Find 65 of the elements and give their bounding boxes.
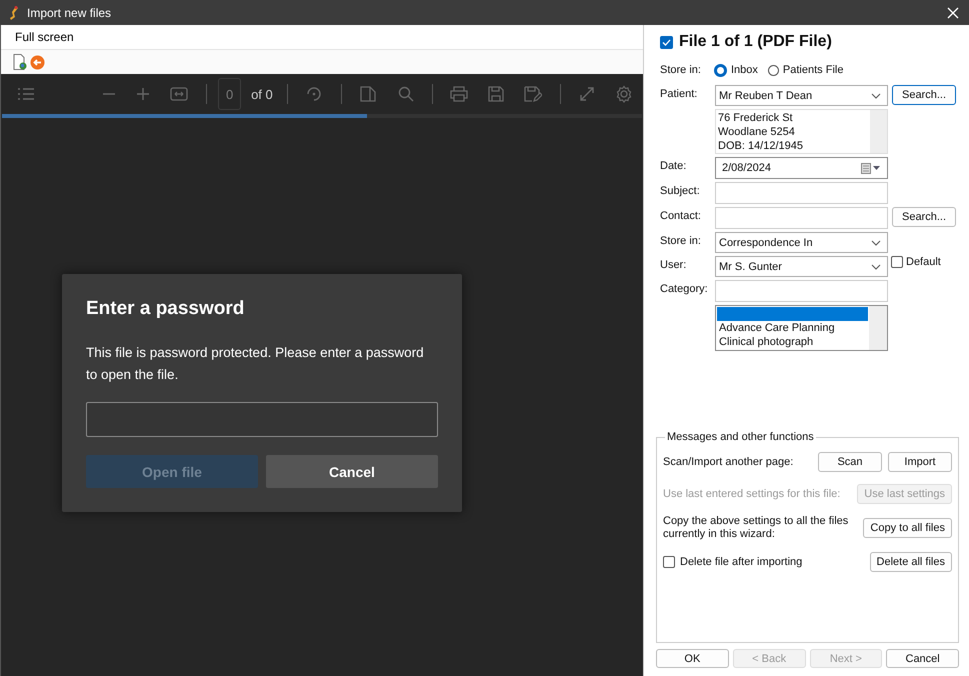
file-checkbox[interactable] <box>660 36 673 48</box>
dialog-message: This file is password protected. Please enter a password to open the file. <box>86 344 425 384</box>
checkbox-label: Default <box>906 256 941 268</box>
category-field[interactable] <box>715 280 888 302</box>
function-label: Copy the above settings to all the files currently in this wizard: <box>663 515 850 541</box>
close-icon[interactable] <box>947 6 959 18</box>
wizard-button[interactable]: OK <box>656 649 729 668</box>
app-icon <box>8 4 20 20</box>
function-button[interactable]: Delete all files <box>870 552 952 572</box>
contact-field[interactable] <box>715 207 888 229</box>
menu-item[interactable]: Full screen <box>15 30 74 44</box>
list-item[interactable]: Clinical photograph <box>717 335 868 349</box>
document-globe-icon[interactable] <box>13 54 27 70</box>
radio-label: Patients File <box>782 64 844 76</box>
radio-button[interactable] <box>768 64 779 76</box>
group-title: Messages and other functions <box>666 431 815 443</box>
expand-icon[interactable] <box>578 86 595 102</box>
field-label: Patient: <box>660 87 698 100</box>
list-icon[interactable] <box>17 87 35 101</box>
function-button[interactable]: Copy to all files <box>863 518 952 538</box>
field-label: Date: <box>660 159 688 172</box>
save-edit-icon[interactable] <box>524 86 542 102</box>
patient-details: 76 Frederick St Woodlane 5254 DOB: 14/12/1945 <box>715 109 888 154</box>
chevron-down-icon <box>871 264 881 270</box>
list-item[interactable]: Advance Care Planning <box>717 321 868 335</box>
fit-width-icon[interactable] <box>170 87 188 101</box>
search-button[interactable]: Search... <box>892 85 956 105</box>
wizard-button[interactable]: Cancel <box>886 649 959 668</box>
field-label: User: <box>660 258 688 271</box>
print-icon[interactable] <box>450 86 468 102</box>
checkbox-label: Delete file after importing <box>680 556 804 568</box>
subject-field[interactable] <box>715 182 888 204</box>
function-button[interactable]: Import <box>888 452 952 472</box>
page-view-icon[interactable] <box>360 86 378 102</box>
field-label: Category: <box>660 282 709 295</box>
search-button[interactable]: Search... <box>892 207 956 227</box>
save-icon[interactable] <box>488 86 504 102</box>
settings-icon[interactable] <box>614 85 633 103</box>
calendar-dropdown-icon[interactable] <box>861 162 881 174</box>
patient-dropdown[interactable]: Mr Reuben T Dean <box>715 85 888 106</box>
cancel-button[interactable]: Cancel <box>266 455 438 488</box>
zoom-in-icon[interactable] <box>136 87 150 101</box>
file-heading: File 1 of 1 (PDF File) <box>679 33 832 51</box>
dialog-title: Enter a password <box>86 298 246 320</box>
radio-button[interactable] <box>714 64 727 76</box>
field-label: Store in: <box>660 64 702 76</box>
search-icon[interactable] <box>398 86 414 102</box>
function-button[interactable]: Scan <box>818 452 882 472</box>
date-field[interactable]: 2/08/2024 <box>715 157 888 179</box>
radio-label: Inbox <box>731 64 758 76</box>
function-label: Use last entered settings for this file: <box>663 488 842 500</box>
password-field[interactable] <box>86 402 438 437</box>
checkbox[interactable] <box>663 556 675 568</box>
field-label: Subject: <box>660 184 701 197</box>
field-label: Store in: <box>660 234 702 247</box>
field-label: Contact: <box>660 209 702 222</box>
checkbox[interactable] <box>891 256 903 268</box>
page-count: of 0 <box>251 86 273 102</box>
chevron-down-icon <box>871 92 881 98</box>
function-label: Scan/Import another page: <box>663 456 794 468</box>
user-dropdown[interactable]: Mr S. Gunter <box>715 256 888 277</box>
chevron-down-icon <box>871 240 881 246</box>
store-dropdown[interactable]: Correspondence In <box>715 232 888 253</box>
rotate-icon[interactable] <box>305 85 324 103</box>
window-title: Import new files <box>27 6 112 20</box>
